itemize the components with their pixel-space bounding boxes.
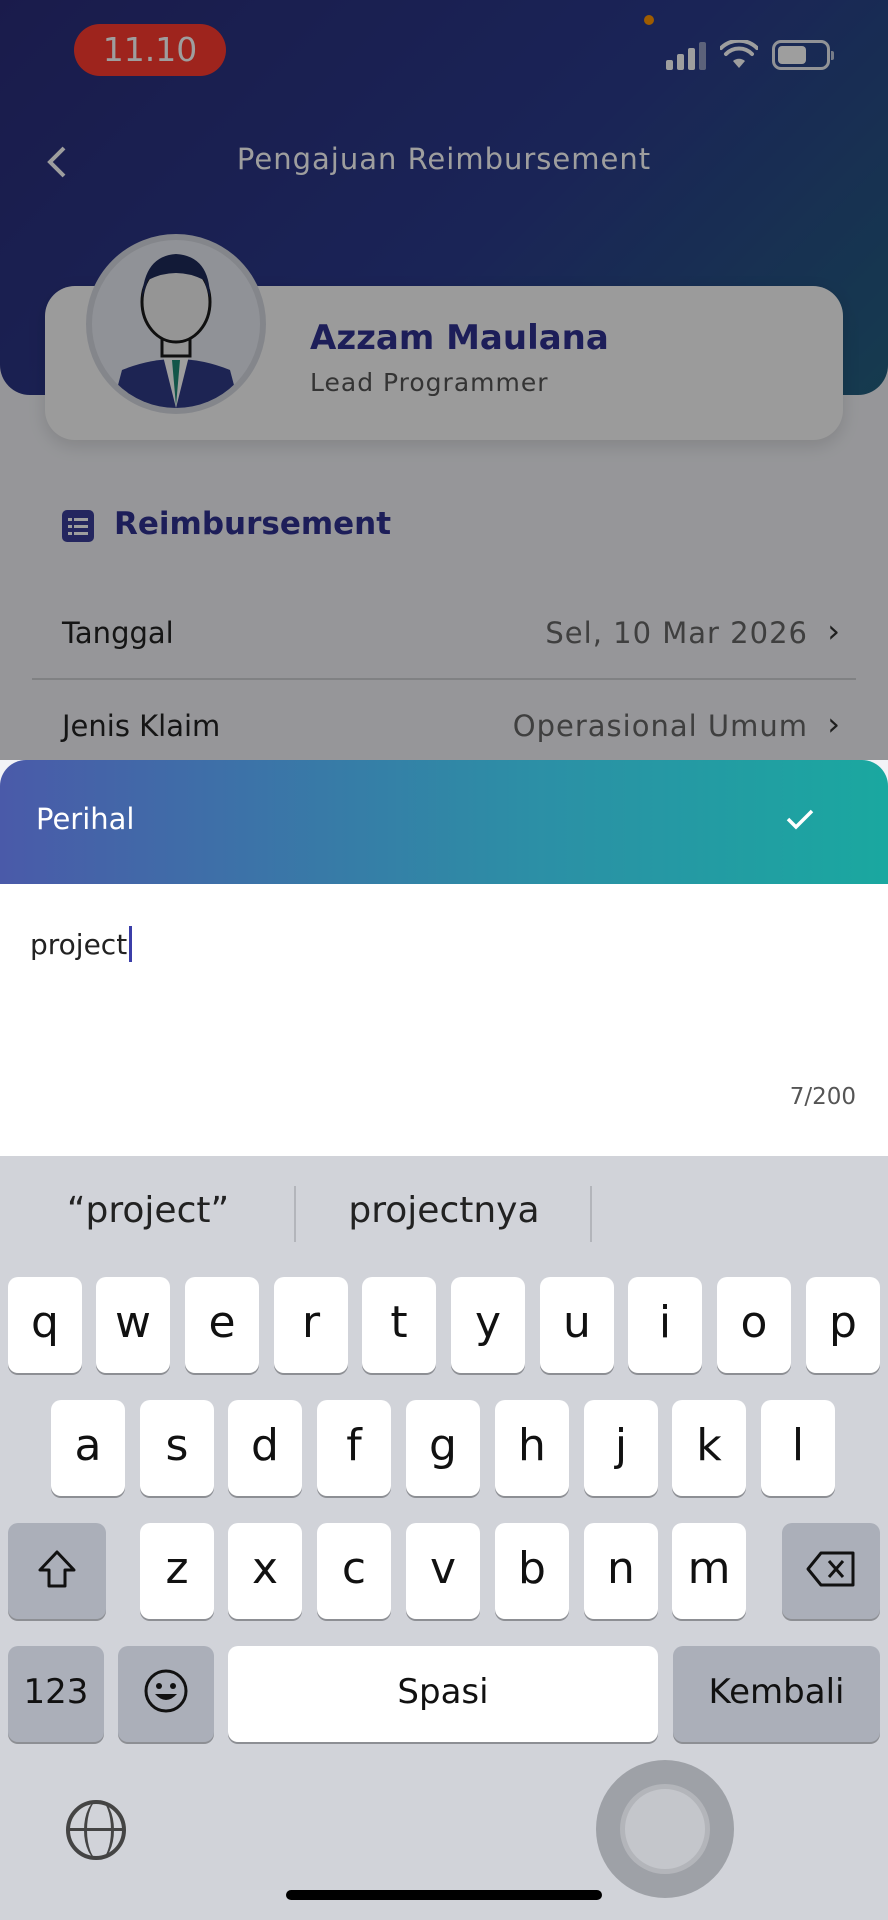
emoji-key[interactable]: [118, 1646, 214, 1742]
subject-input[interactable]: project: [30, 926, 133, 962]
key-l[interactable]: l: [761, 1400, 835, 1496]
key-c[interactable]: c: [317, 1523, 391, 1619]
modal-backdrop[interactable]: [0, 0, 888, 760]
key-a[interactable]: a: [51, 1400, 125, 1496]
key-k[interactable]: k: [672, 1400, 746, 1496]
key-r[interactable]: r: [274, 1277, 348, 1373]
subject-input-value: project: [30, 927, 128, 961]
key-p[interactable]: p: [806, 1277, 880, 1373]
backspace-key[interactable]: [782, 1523, 880, 1619]
assistive-touch-inner: [620, 1784, 710, 1874]
key-j[interactable]: j: [584, 1400, 658, 1496]
assistive-touch-button[interactable]: [596, 1760, 734, 1898]
app-screen: 11.10 Pengajuan Reimbursement Azzam Maul…: [0, 0, 888, 1920]
key-y[interactable]: y: [451, 1277, 525, 1373]
shift-key[interactable]: [8, 1523, 106, 1619]
key-v[interactable]: v: [406, 1523, 480, 1619]
text-caret: [129, 926, 133, 962]
key-s[interactable]: s: [140, 1400, 214, 1496]
key-o[interactable]: o: [717, 1277, 791, 1373]
sheet-body: project 7/200: [0, 884, 888, 1156]
emoji-icon: [144, 1669, 188, 1713]
key-n[interactable]: n: [584, 1523, 658, 1619]
return-key[interactable]: Kembali: [673, 1646, 880, 1742]
check-icon: [786, 809, 814, 830]
key-i[interactable]: i: [628, 1277, 702, 1373]
key-g[interactable]: g: [406, 1400, 480, 1496]
key-e[interactable]: e: [185, 1277, 259, 1373]
suggestion-item[interactable]: “project”: [0, 1190, 296, 1231]
key-w[interactable]: w: [96, 1277, 170, 1373]
key-h[interactable]: h: [495, 1400, 569, 1496]
key-x[interactable]: x: [228, 1523, 302, 1619]
char-counter: 7/200: [789, 1084, 856, 1110]
suggestion-bar: “project” projectnya: [0, 1156, 888, 1272]
home-indicator: [286, 1890, 602, 1900]
key-t[interactable]: t: [362, 1277, 436, 1373]
backspace-icon: [806, 1551, 855, 1587]
key-u[interactable]: u: [540, 1277, 614, 1373]
suggestion-item[interactable]: projectnya: [296, 1190, 592, 1231]
shift-arrow-icon: [38, 1550, 76, 1588]
globe-icon[interactable]: [66, 1800, 126, 1860]
suggestion-divider: [590, 1186, 592, 1242]
space-key[interactable]: Spasi: [228, 1646, 658, 1742]
key-f[interactable]: f: [317, 1400, 391, 1496]
numbers-key[interactable]: 123: [8, 1646, 104, 1742]
key-q[interactable]: q: [8, 1277, 82, 1373]
key-b[interactable]: b: [495, 1523, 569, 1619]
key-z[interactable]: z: [140, 1523, 214, 1619]
sheet-title: Perihal: [36, 802, 135, 836]
confirm-button[interactable]: [778, 798, 822, 842]
key-d[interactable]: d: [228, 1400, 302, 1496]
sheet-header: Perihal: [0, 760, 888, 884]
key-m[interactable]: m: [672, 1523, 746, 1619]
